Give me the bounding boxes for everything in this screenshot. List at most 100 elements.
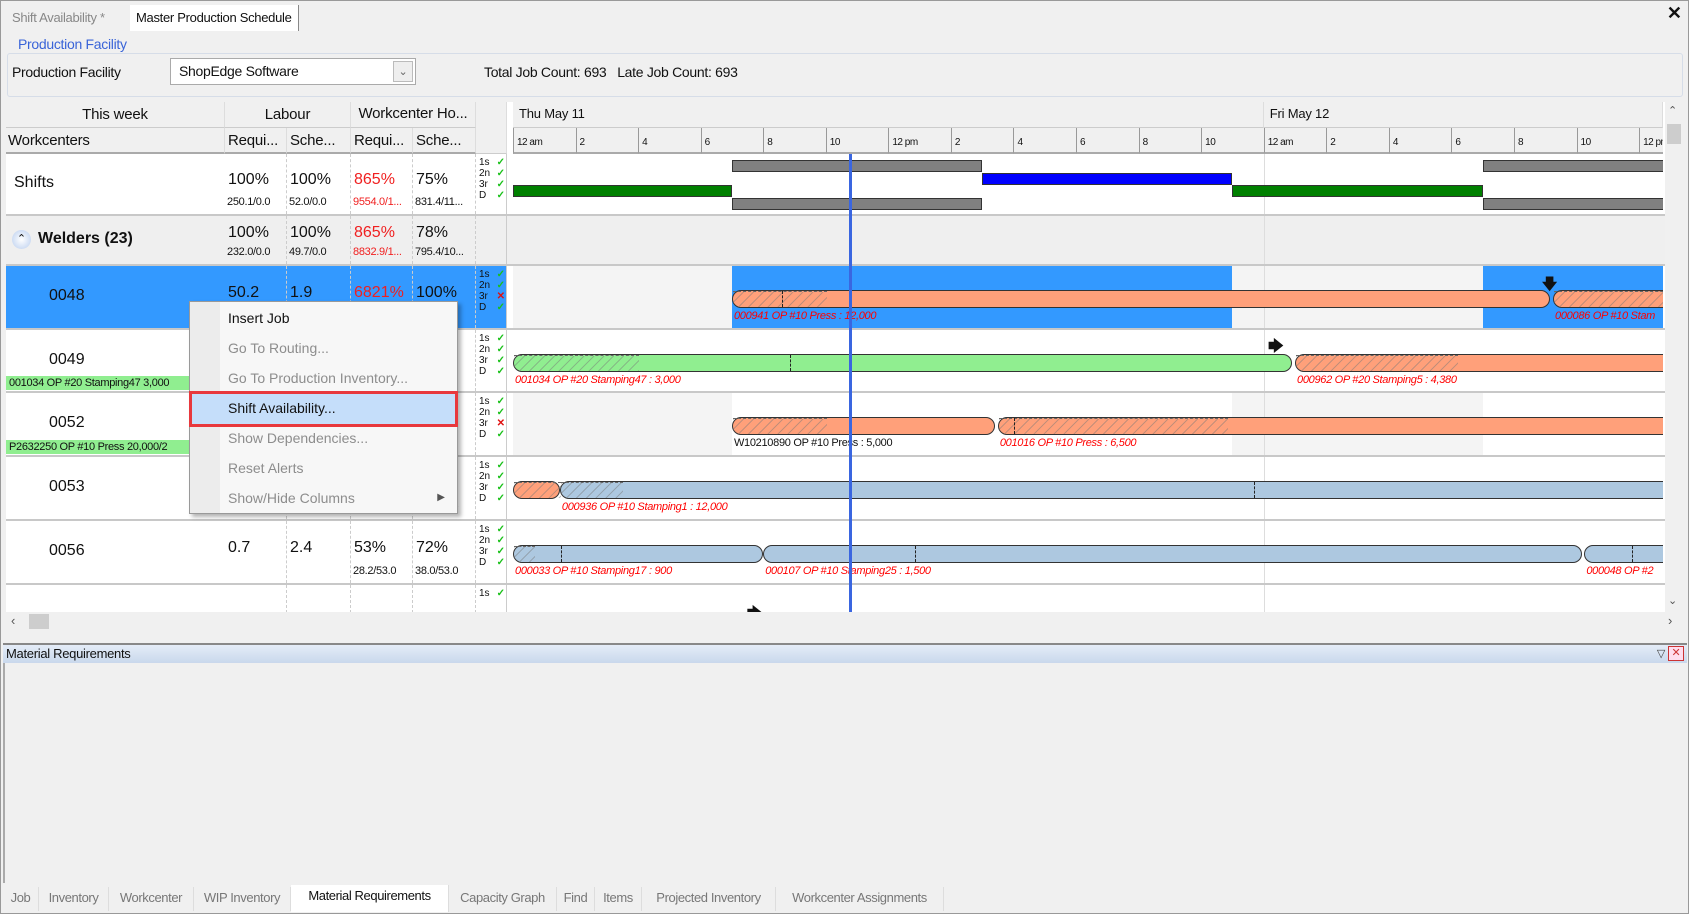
job-label[interactable]: 000962 OP #20 Stamping5 : 4,380: [1297, 374, 1457, 386]
job-label[interactable]: 000941 OP #10 Press : 12,000: [734, 310, 877, 322]
tab-shift-availability[interactable]: Shift Availability *: [6, 5, 111, 31]
scroll-left-icon[interactable]: ‹: [11, 613, 15, 628]
workcenter-name[interactable]: 0056: [49, 542, 85, 560]
header-hours-required[interactable]: Requi...: [351, 128, 413, 154]
shift-label: D: [479, 302, 487, 313]
scroll-right-icon[interactable]: ›: [1668, 613, 1672, 628]
workcenter-name[interactable]: 0053: [49, 478, 85, 496]
menu-item-label: Insert Job: [228, 310, 290, 326]
shift-label: 2n: [479, 344, 491, 355]
header-labour-scheduled[interactable]: Sche...: [287, 128, 351, 154]
bottom-tab-job[interactable]: Job: [3, 887, 39, 911]
scroll-up-icon[interactable]: ⌃: [1668, 104, 1677, 117]
job-bar[interactable]: [1584, 545, 1663, 563]
bottom-tab-wip-inventory[interactable]: WIP Inventory: [194, 887, 291, 911]
job-bar[interactable]: [1553, 290, 1663, 308]
metric-value: 0.7: [228, 539, 251, 556]
x-icon: ✕: [496, 418, 505, 429]
pin-dropdown-icon[interactable]: ▽: [1657, 646, 1665, 663]
job-label[interactable]: 000936 OP #10 Stamping1 : 12,000: [562, 501, 728, 513]
job-label[interactable]: 000048 OP #2: [1586, 565, 1653, 577]
bottom-tab-projected-inventory[interactable]: Projected Inventory: [642, 887, 776, 911]
close-panel-icon[interactable]: ✕: [1668, 646, 1684, 661]
bottom-tab-find[interactable]: Find: [557, 887, 595, 911]
tab-master-production-schedule[interactable]: Master Production Schedule: [130, 5, 299, 31]
job-label[interactable]: 001034 OP #20 Stamping47 : 3,000: [515, 374, 681, 386]
scroll-thumb[interactable]: [1667, 124, 1681, 144]
bottom-tab-inventory[interactable]: Inventory: [39, 887, 109, 911]
job-bar[interactable]: [763, 545, 1582, 563]
shift-bar[interactable]: [1482, 160, 1663, 172]
metric-detail: 52.0/0.0: [289, 196, 327, 208]
vertical-scrollbar[interactable]: ⌃ ⌄: [1665, 102, 1683, 612]
shift-bar[interactable]: [1232, 185, 1483, 197]
job-label[interactable]: 000033 OP #10 Stamping17 : 900: [515, 565, 672, 577]
workcenter-name[interactable]: Shifts: [14, 174, 54, 192]
menu-item-go-to-production-inventory[interactable]: Go To Production Inventory...: [192, 364, 455, 394]
metric-value: 865%: [354, 171, 395, 188]
gantt-chart[interactable]: Thu May 11 12 am 2 4 6 8 10 12 pm 2 4 6 8 10 Fri May …: [513, 102, 1663, 612]
shift-label: 2n: [479, 280, 491, 291]
shift-bar[interactable]: [513, 185, 732, 197]
menu-item-show-hide-columns[interactable]: Show/Hide Columns ▶: [192, 484, 455, 514]
workcenter-name[interactable]: 0049: [49, 351, 85, 369]
metric-cell: 0.7: [225, 521, 287, 583]
job-bar[interactable]: [513, 481, 561, 499]
header-labour-required[interactable]: Requi...: [225, 128, 287, 154]
job-label[interactable]: 001016 OP #10 Press : 6,500: [1000, 437, 1137, 449]
job-bar[interactable]: [997, 417, 1663, 435]
horizontal-scrollbar[interactable]: ‹ ›: [6, 612, 1683, 631]
shift-flag: 3r ✓: [479, 546, 505, 557]
job-label[interactable]: 000086 OP #10 Stam: [1555, 310, 1655, 322]
header-hours-scheduled[interactable]: Sche...: [413, 128, 476, 154]
collapse-icon[interactable]: ⌃: [12, 230, 31, 249]
shift-bar[interactable]: [982, 172, 1233, 185]
job-bar[interactable]: [1295, 354, 1663, 372]
shift-label: 1s: [479, 460, 490, 471]
close-icon[interactable]: ✕: [1667, 3, 1682, 24]
scroll-thumb-horizontal[interactable]: [29, 614, 49, 629]
bottom-tab-workcenter-assignments[interactable]: Workcenter Assignments: [776, 887, 944, 911]
menu-item-show-dependencies[interactable]: Show Dependencies...: [192, 424, 455, 454]
time-tick-label: 4: [638, 128, 701, 154]
chevron-down-icon[interactable]: ⌄: [393, 61, 413, 82]
scroll-down-icon[interactable]: ⌄: [1668, 594, 1677, 607]
check-icon: ✓: [496, 460, 505, 471]
metric-value: 100%: [228, 171, 269, 188]
production-facility-select[interactable]: ShopEdge Software ⌄: [170, 58, 416, 85]
metric-cell: 100% 250.1/0.0: [225, 154, 287, 214]
job-label[interactable]: W10210890 OP #10 Press : 5,000: [734, 437, 893, 449]
day-separator: [1263, 585, 1265, 612]
time-tick-label: 6: [700, 128, 764, 154]
bottom-tab-workcenter[interactable]: Workcenter: [109, 887, 194, 911]
job-bar[interactable]: [513, 354, 1293, 372]
metric-detail: 8832.9/1...: [353, 246, 402, 258]
job-bar[interactable]: [559, 481, 1663, 499]
bottom-tab-capacity-graph[interactable]: Capacity Graph: [449, 887, 557, 911]
job-bar[interactable]: [731, 290, 1551, 308]
shift-bar[interactable]: [731, 160, 983, 172]
bottom-tab-items[interactable]: Items: [595, 887, 642, 911]
gantt-row: [513, 154, 1663, 214]
header-workcenters[interactable]: Workcenters: [6, 128, 225, 154]
shift-bar[interactable]: [1482, 197, 1663, 210]
context-menu: Insert Job Go To Routing... Go To Producti…: [189, 301, 458, 514]
metric-value: 75%: [416, 171, 449, 188]
bottom-tab-material-requirements[interactable]: Material Requirements: [291, 885, 449, 912]
check-icon: ✓: [496, 471, 505, 482]
job-bar[interactable]: [731, 417, 996, 435]
check-icon: ✓: [496, 168, 505, 179]
menu-item-insert-job[interactable]: Insert Job: [192, 304, 455, 334]
workcenter-name[interactable]: 0048: [49, 287, 85, 305]
shift-flags: 1s ✓ 2n ✓ 3r ✕ D ✓: [476, 393, 507, 455]
current-time-line: [848, 154, 852, 612]
shift-bar[interactable]: [731, 197, 983, 210]
menu-item-reset-alerts[interactable]: Reset Alerts: [192, 454, 455, 484]
menu-item-go-to-routing[interactable]: Go To Routing...: [192, 334, 455, 364]
hatched-progress: [514, 355, 640, 371]
workcenter-name[interactable]: Welders (23): [38, 230, 133, 248]
menu-item-shift-availability[interactable]: Shift Availability...: [189, 391, 458, 427]
job-bar[interactable]: [513, 545, 764, 563]
shift-flag: 1s ✓: [479, 333, 505, 344]
workcenter-name[interactable]: 0052: [49, 414, 85, 432]
